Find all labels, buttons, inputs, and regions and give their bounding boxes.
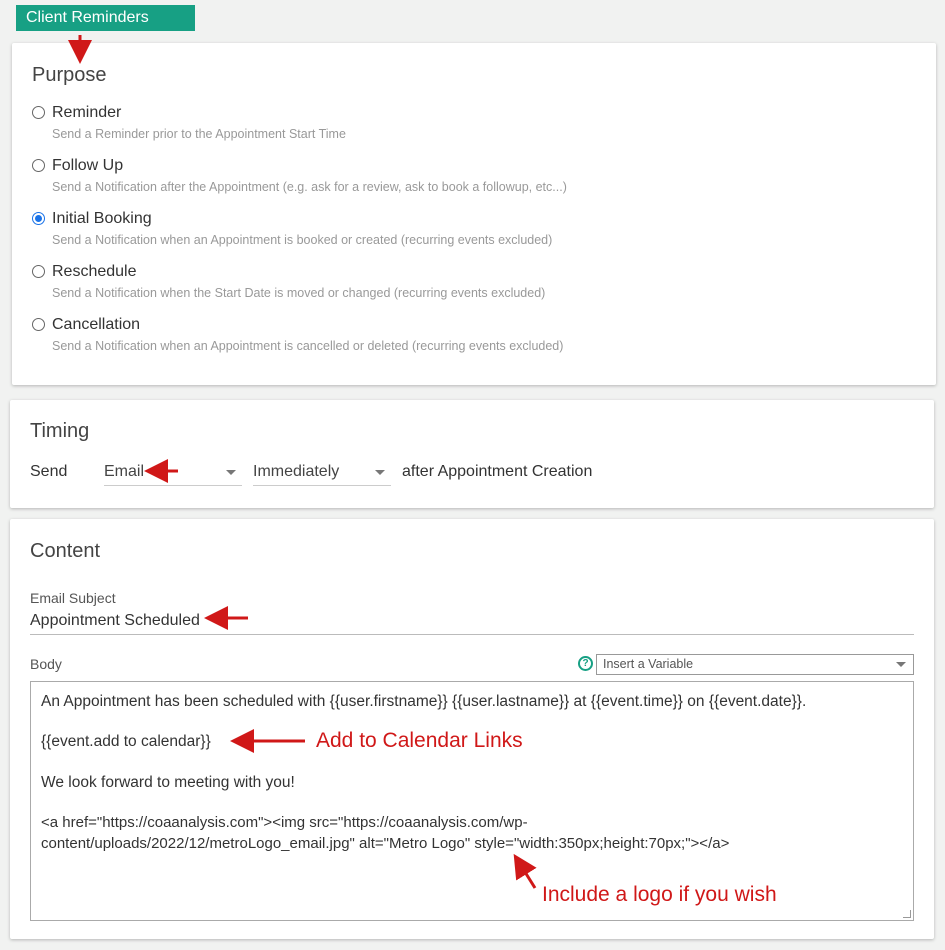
timing-suffix: after Appointment Creation <box>402 463 593 480</box>
radio-label[interactable]: Reschedule <box>52 263 137 281</box>
resize-handle[interactable] <box>903 910 911 918</box>
radio-label[interactable]: Initial Booking <box>52 210 152 228</box>
radio-label[interactable]: Reminder <box>52 104 121 122</box>
radio-description: Send a Notification when an Appointment … <box>52 339 564 353</box>
email-subject-input[interactable]: Appointment Scheduled <box>30 611 914 635</box>
radio-follow-up[interactable] <box>32 159 45 172</box>
radio-cancellation[interactable] <box>32 318 45 331</box>
send-label: Send <box>30 463 68 480</box>
radio-description: Send a Reminder prior to the Appointment… <box>52 127 346 141</box>
insert-variable-placeholder: Insert a Variable <box>603 657 694 671</box>
radio-reschedule[interactable] <box>32 265 45 278</box>
radio-description: Send a Notification after the Appointmen… <box>52 180 567 194</box>
annotation-calendar: Add to Calendar Links <box>316 729 523 752</box>
radio-initial-booking[interactable] <box>32 212 45 225</box>
radio-description: Send a Notification when the Start Date … <box>52 286 546 300</box>
body-line: An Appointment has been scheduled with {… <box>41 693 807 710</box>
email-subject-label: Email Subject <box>30 590 116 606</box>
body-line: <a href="https://coaanalysis.com"><img s… <box>41 814 528 831</box>
radio-description: Send a Notification when an Appointment … <box>52 233 553 247</box>
body-label: Body <box>30 656 62 672</box>
timing-card: Timing Send Email Immediately after Appo… <box>10 400 934 508</box>
body-textarea[interactable]: An Appointment has been scheduled with {… <box>30 681 914 921</box>
annotation-logo: Include a logo if you wish <box>542 883 777 906</box>
purpose-card: Purpose Reminder Send a Reminder prior t… <box>12 43 936 385</box>
body-line: content/uploads/2022/12/metroLogo_email.… <box>41 835 730 852</box>
body-line: We look forward to meeting with you! <box>41 774 295 791</box>
content-title: Content <box>30 540 101 562</box>
radio-reminder[interactable] <box>32 106 45 119</box>
purpose-title: Purpose <box>32 64 107 86</box>
help-icon[interactable]: ? <box>578 656 593 671</box>
email-subject-value: Appointment Scheduled <box>30 612 200 629</box>
insert-variable-select[interactable]: Insert a Variable <box>596 654 914 675</box>
chevron-down-icon <box>226 470 236 475</box>
send-timing-value: Immediately <box>253 463 340 480</box>
send-method-value: Email <box>104 463 145 480</box>
chevron-down-icon <box>896 662 906 667</box>
radio-label[interactable]: Cancellation <box>52 316 140 334</box>
body-line: {{event.add to calendar}} <box>41 733 211 750</box>
radio-label[interactable]: Follow Up <box>52 157 123 175</box>
send-timing-select[interactable]: Immediately <box>253 460 391 486</box>
timing-title: Timing <box>30 420 90 442</box>
send-method-select[interactable]: Email <box>104 460 242 486</box>
chevron-down-icon <box>375 470 385 475</box>
client-reminders-tab[interactable]: Client Reminders <box>16 5 195 31</box>
